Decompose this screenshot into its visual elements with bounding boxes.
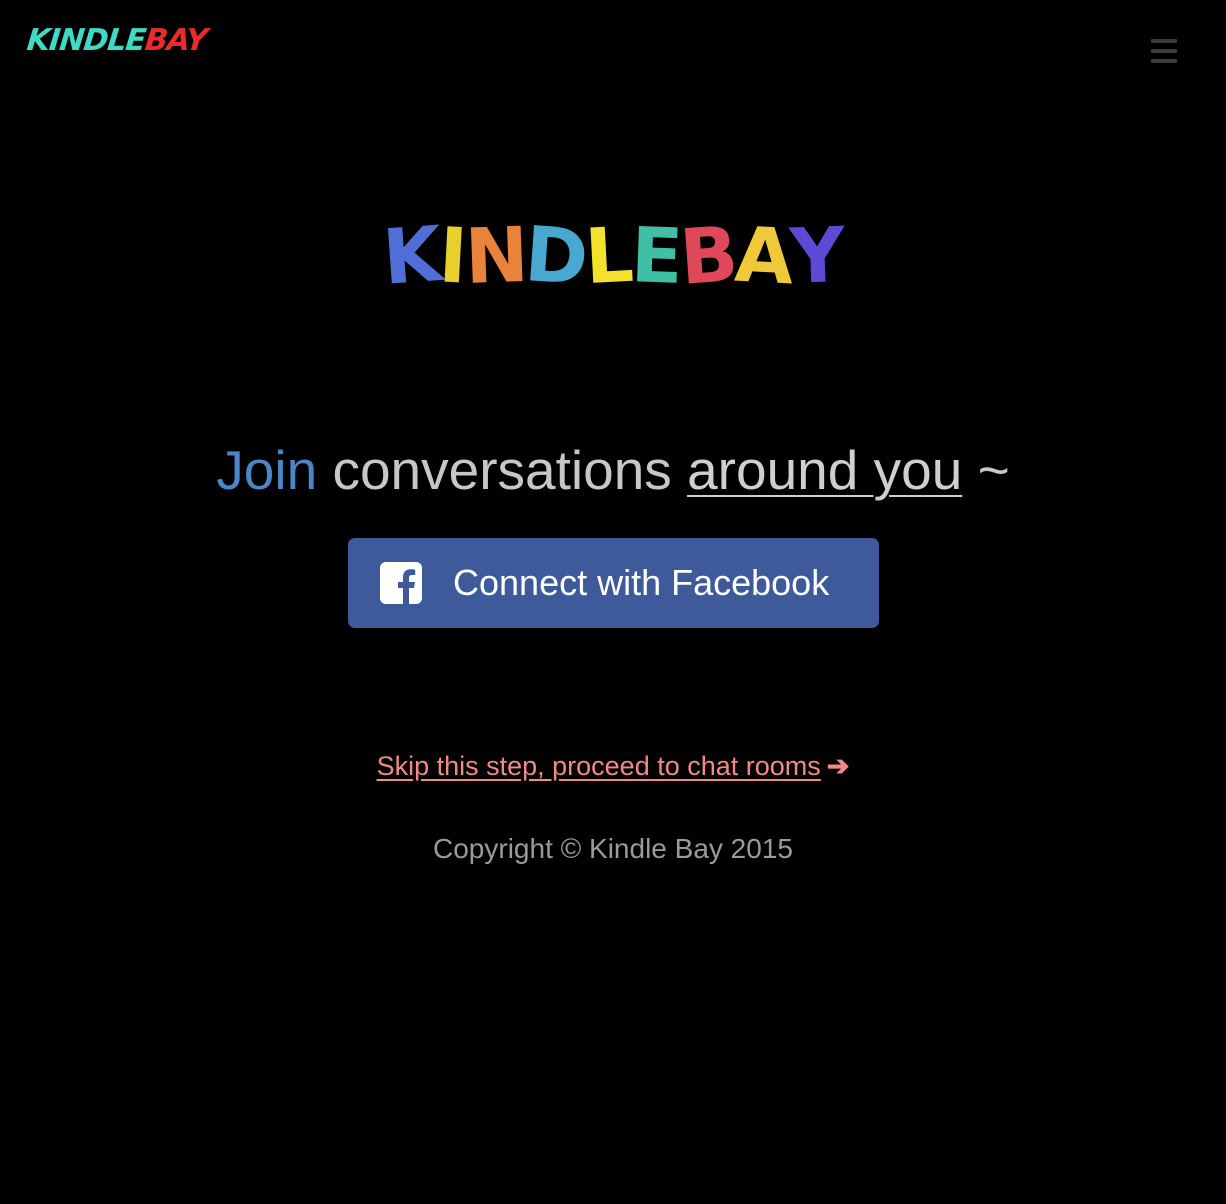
hero-logo-letter: L (583, 209, 634, 302)
connect-facebook-label: Connect with Facebook (453, 562, 830, 603)
connect-facebook-button[interactable]: Connect with Facebook (348, 538, 879, 628)
tagline-around-you: around you (687, 439, 963, 501)
hero-logo: KINDLEBAY (0, 209, 1226, 302)
hero-logo-letter: D (522, 209, 589, 302)
skip-to-chat-rooms-link[interactable]: Skip this step, proceed to chat rooms ➔ (0, 748, 1226, 784)
menu-bar (1151, 49, 1177, 53)
copyright-text: Copyright © Kindle Bay 2015 (433, 833, 793, 864)
menu-bar (1151, 59, 1177, 63)
hero-logo-letter: A (732, 209, 793, 302)
header-logo[interactable]: KINDLEBAY (25, 23, 209, 58)
header-logo-bay: BAY (143, 23, 209, 58)
hamburger-menu-icon[interactable] (1151, 39, 1177, 63)
menu-bar (1151, 39, 1177, 43)
tagline-tilde: ~ (977, 439, 1010, 501)
arrow-right-icon: ➔ (826, 751, 850, 781)
tagline-join: Join (216, 439, 318, 501)
hero-logo-letter: I (437, 210, 467, 301)
hero-logo-letter: B (676, 209, 738, 302)
tagline-conversations: conversations (332, 439, 672, 501)
hero-logo-letter: E (629, 210, 682, 301)
header-logo-kindle: KINDLE (25, 23, 147, 58)
skip-link-label: Skip this step, proceed to chat rooms (376, 751, 821, 781)
hero-logo-letter: K (380, 209, 443, 302)
hero-logo-letter: Y (788, 210, 845, 301)
tagline: Join conversations around you ~ (0, 438, 1226, 502)
facebook-icon (380, 562, 422, 604)
hero-logo-letter: N (463, 209, 527, 302)
